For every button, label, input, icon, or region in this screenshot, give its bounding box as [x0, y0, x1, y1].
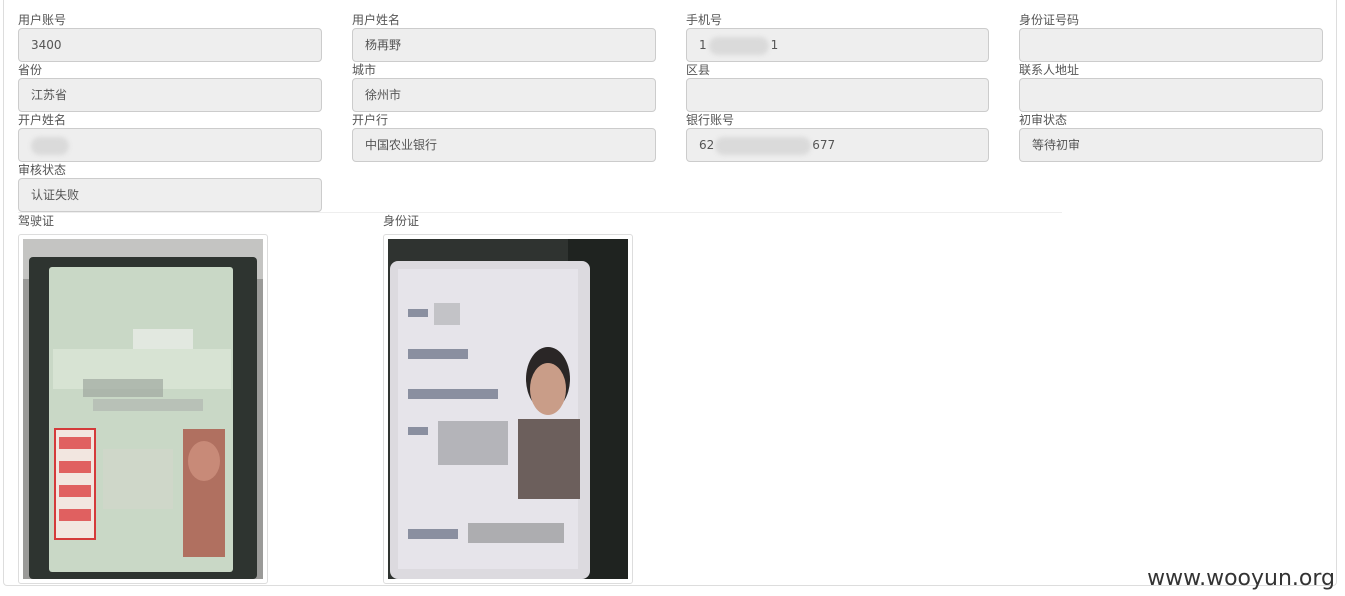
id-card-image [388, 239, 628, 579]
bank-account-label: 银行账号 [686, 113, 735, 127]
bank-label: 开户行 [352, 113, 389, 127]
redaction-blur [715, 136, 812, 155]
phone-suffix: 1 [770, 38, 779, 52]
id-card-photo [388, 239, 628, 579]
province-field[interactable]: 江苏省 [18, 78, 322, 112]
driver-license-label: 驾驶证 [18, 214, 55, 228]
review-status-field[interactable]: 认证失败 [18, 178, 322, 212]
id-card-thumbnail[interactable] [383, 234, 633, 584]
district-label: 区县 [686, 63, 711, 77]
redaction-blur [31, 136, 69, 155]
driver-license-image [23, 239, 263, 579]
bank-account-prefix: 62 [699, 138, 715, 152]
bank-account-field[interactable]: 62 677 [686, 128, 989, 162]
user-name-field[interactable]: 杨再野 [352, 28, 656, 62]
phone-prefix: 1 [699, 38, 707, 52]
district-field[interactable] [686, 78, 989, 112]
user-name-label: 用户姓名 [352, 13, 401, 27]
first-review-status-field[interactable]: 等待初审 [1019, 128, 1323, 162]
user-account-label: 用户账号 [18, 13, 67, 27]
city-field[interactable]: 徐州市 [352, 78, 656, 112]
province-label: 省份 [18, 63, 43, 77]
id-card-label: 身份证 [383, 214, 420, 228]
watermark-text: www.wooyun.org [1147, 566, 1335, 591]
id-number-label: 身份证号码 [1019, 13, 1080, 27]
id-number-field[interactable] [1019, 28, 1323, 62]
phone-field[interactable]: 11 [686, 28, 989, 62]
driver-license-thumbnail[interactable] [18, 234, 268, 584]
bank-account-suffix: 677 [812, 138, 836, 152]
review-status-label: 审核状态 [18, 163, 67, 177]
bank-field[interactable]: 中国农业银行 [352, 128, 656, 162]
phone-label: 手机号 [686, 13, 723, 27]
redaction-blur [708, 36, 769, 55]
section-divider [18, 212, 1062, 213]
first-review-status-label: 初审状态 [1019, 113, 1068, 127]
contact-address-field[interactable] [1019, 78, 1323, 112]
account-holder-field[interactable] [18, 128, 322, 162]
account-holder-label: 开户姓名 [18, 113, 67, 127]
driver-license-photo [23, 239, 263, 579]
contact-address-label: 联系人地址 [1019, 63, 1080, 77]
city-label: 城市 [352, 63, 377, 77]
user-account-field[interactable]: 3400 [18, 28, 322, 62]
